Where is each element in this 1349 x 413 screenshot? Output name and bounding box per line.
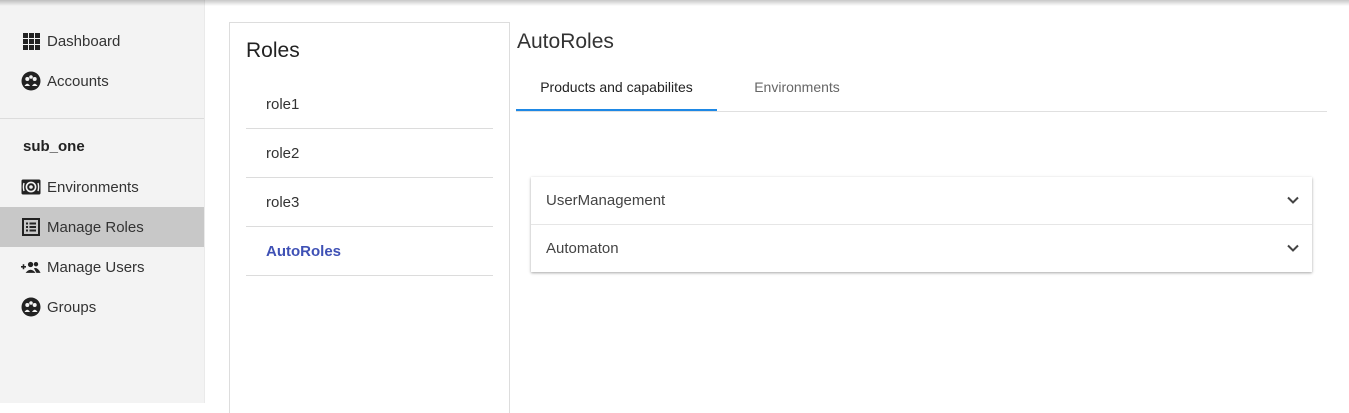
chevron-down-icon <box>1287 196 1299 204</box>
add-users-icon <box>21 257 41 277</box>
grid-icon <box>21 31 41 51</box>
sidebar-item-environments[interactable]: Environments <box>0 167 204 207</box>
accordion-item-automaton[interactable]: Automaton <box>531 224 1312 272</box>
sidebar-item-label: Manage Roles <box>47 218 144 236</box>
role-label: role1 <box>266 95 300 113</box>
sidebar-item-dashboard[interactable]: Dashboard <box>0 21 204 61</box>
role-label: AutoRoles <box>266 242 341 260</box>
active-tab-indicator <box>516 109 717 111</box>
chevron-down-icon <box>1287 244 1299 252</box>
role-label: role3 <box>266 193 300 211</box>
tab-products-and-capabilites[interactable]: Products and capabilites <box>516 64 717 110</box>
tab-label: Products and capabilites <box>540 79 693 95</box>
sidebar: Dashboard Accounts sub_one Environments <box>0 0 204 403</box>
sidebar-edge <box>204 0 205 403</box>
group-circle-icon <box>21 71 41 91</box>
sidebar-item-label: Manage Users <box>47 258 145 276</box>
role-item-autoroles[interactable]: AutoRoles <box>246 227 493 276</box>
accordion-label: UserManagement <box>546 192 666 209</box>
page-title: AutoRoles <box>517 30 614 53</box>
top-shadow <box>0 0 1349 6</box>
section-label: sub_one <box>23 138 85 155</box>
roles-panel: Roles role1 role2 role3 AutoRoles <box>229 22 510 413</box>
environment-icon <box>21 177 41 197</box>
role-item-role3[interactable]: role3 <box>246 178 493 227</box>
sidebar-item-label: Groups <box>47 298 97 316</box>
accordion-label: Automaton <box>546 240 619 257</box>
sidebar-item-manage-users[interactable]: Manage Users <box>0 247 204 287</box>
sidebar-item-label: Dashboard <box>47 32 121 50</box>
sidebar-item-label: Environments <box>47 178 139 196</box>
tab-bar: Products and capabilites Environments <box>516 64 1327 112</box>
sidebar-item-label: Accounts <box>47 72 109 90</box>
sidebar-item-accounts[interactable]: Accounts <box>0 61 204 101</box>
accordion-item-usermanagement[interactable]: UserManagement <box>531 177 1312 224</box>
role-item-role1[interactable]: role1 <box>246 80 493 129</box>
role-label: role2 <box>266 144 300 162</box>
sidebar-item-groups[interactable]: Groups <box>0 287 204 327</box>
capabilities-accordion: UserManagement Automaton <box>531 177 1312 272</box>
tab-environments[interactable]: Environments <box>717 64 877 110</box>
roles-title: Roles <box>246 39 300 62</box>
sidebar-item-manage-roles[interactable]: Manage Roles <box>0 207 204 247</box>
list-icon <box>21 217 41 237</box>
tab-label: Environments <box>754 79 840 95</box>
sidebar-divider <box>0 118 204 119</box>
group-circle-icon <box>21 297 41 317</box>
role-item-role2[interactable]: role2 <box>246 129 493 178</box>
